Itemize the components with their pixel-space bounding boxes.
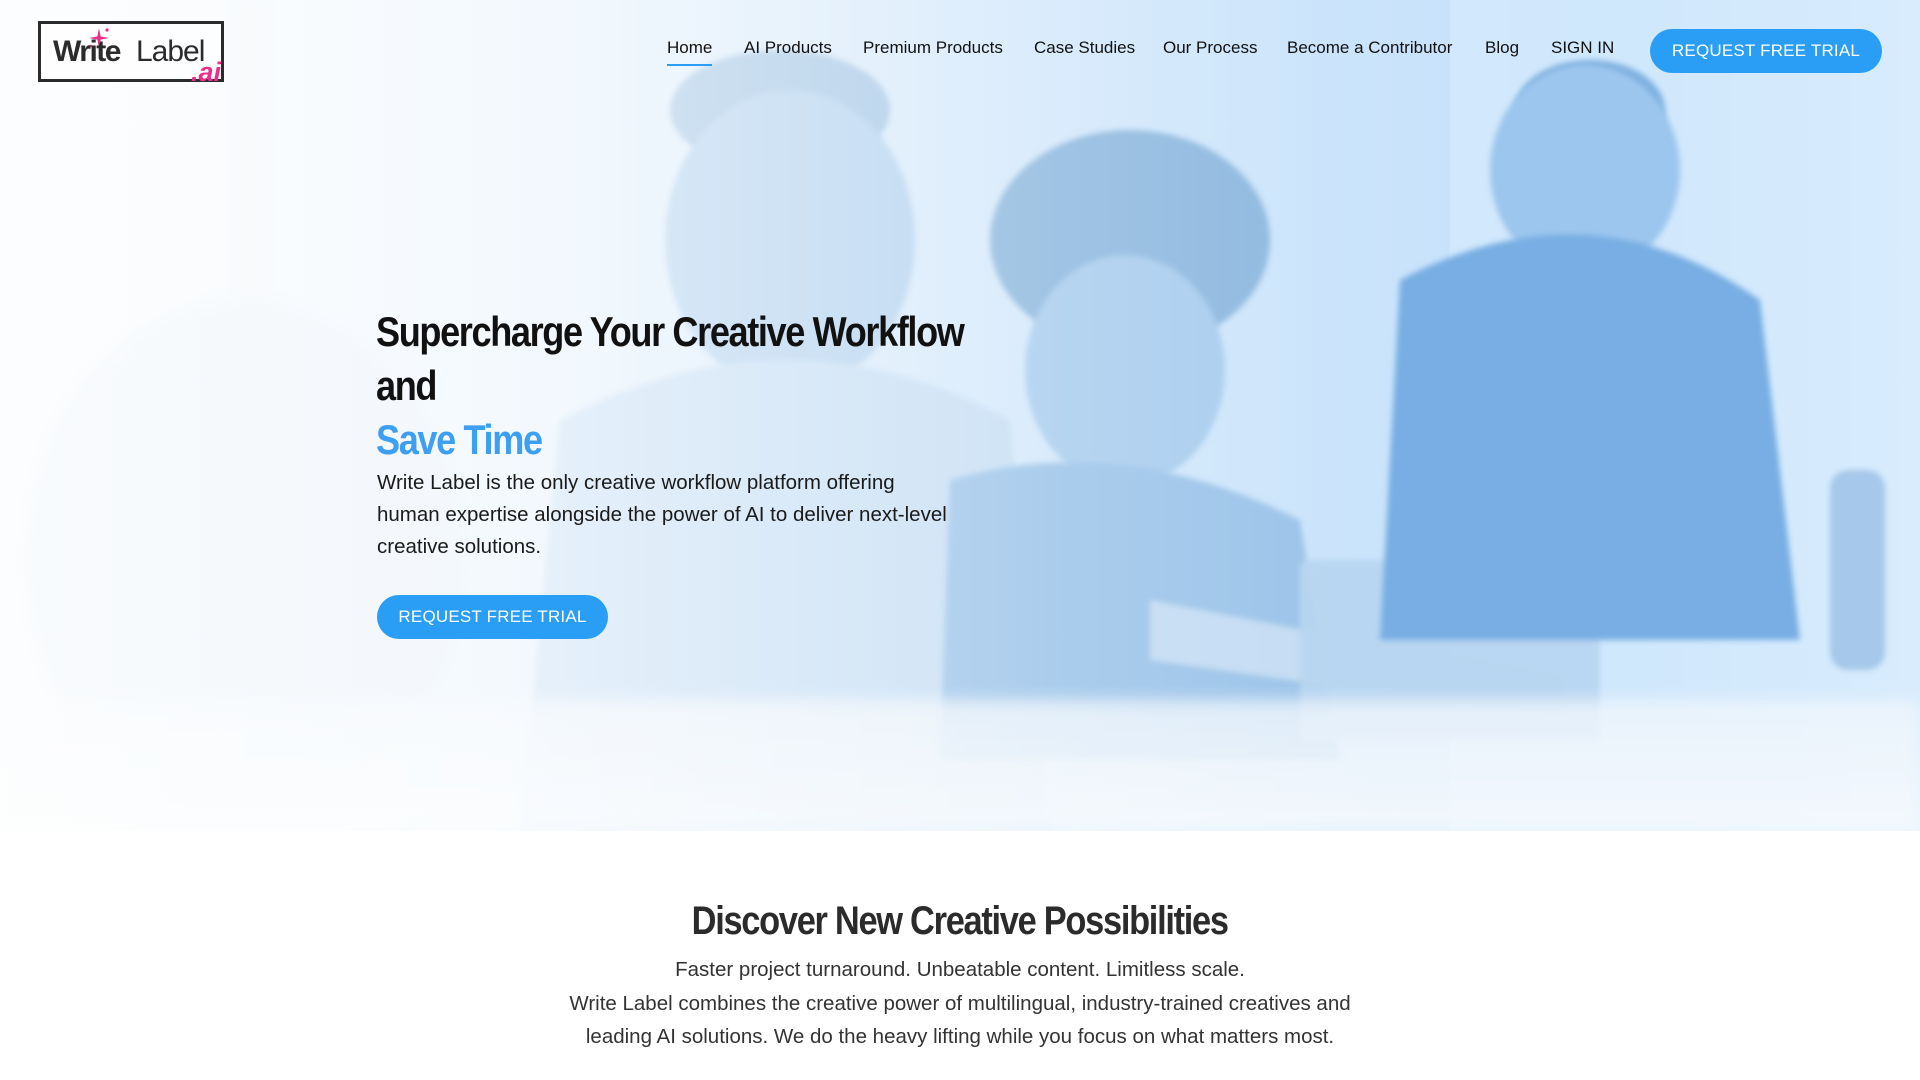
site-header: Write Label .ai Home AI Products Premium…: [0, 0, 1920, 100]
nav-home[interactable]: Home: [667, 38, 713, 66]
discover-title: Discover New Creative Possibilities: [0, 899, 1920, 944]
nav-blog[interactable]: Blog: [1485, 38, 1519, 58]
nav-our-process[interactable]: Our Process: [1163, 38, 1257, 58]
hero-description: Write Label is the only creative workflo…: [377, 471, 947, 558]
header-request-trial-button[interactable]: REQUEST FREE TRIAL: [1650, 29, 1882, 73]
discover-title-text: Discover New Creative Possibilities: [691, 899, 1229, 943]
discover-section: Discover New Creative Possibilities Fast…: [0, 831, 1920, 1080]
discover-body: Write Label combines the creative power …: [569, 992, 1351, 1048]
hero-title-accent: Save Time: [376, 416, 543, 463]
hero-request-trial-button[interactable]: REQUEST FREE TRIAL: [377, 595, 608, 639]
nav-sign-in[interactable]: SIGN IN: [1551, 38, 1614, 58]
hero-title: Supercharge Your Creative Workflow and S…: [376, 305, 978, 467]
main-nav: Home AI Products Premium Products Case S…: [0, 38, 1920, 68]
hero-bottom-fade: [0, 691, 1920, 831]
nav-case-studies[interactable]: Case Studies: [1034, 38, 1135, 58]
hero-section: Supercharge Your Creative Workflow and S…: [0, 0, 1920, 831]
nav-premium-products[interactable]: Premium Products: [863, 38, 1003, 58]
discover-tagline: Faster project turnaround. Unbeatable co…: [675, 958, 1245, 981]
hero-title-line1: Supercharge Your Creative Workflow and: [376, 308, 965, 409]
nav-become-contributor[interactable]: Become a Contributor: [1287, 38, 1452, 58]
nav-ai-products[interactable]: AI Products: [744, 38, 832, 58]
